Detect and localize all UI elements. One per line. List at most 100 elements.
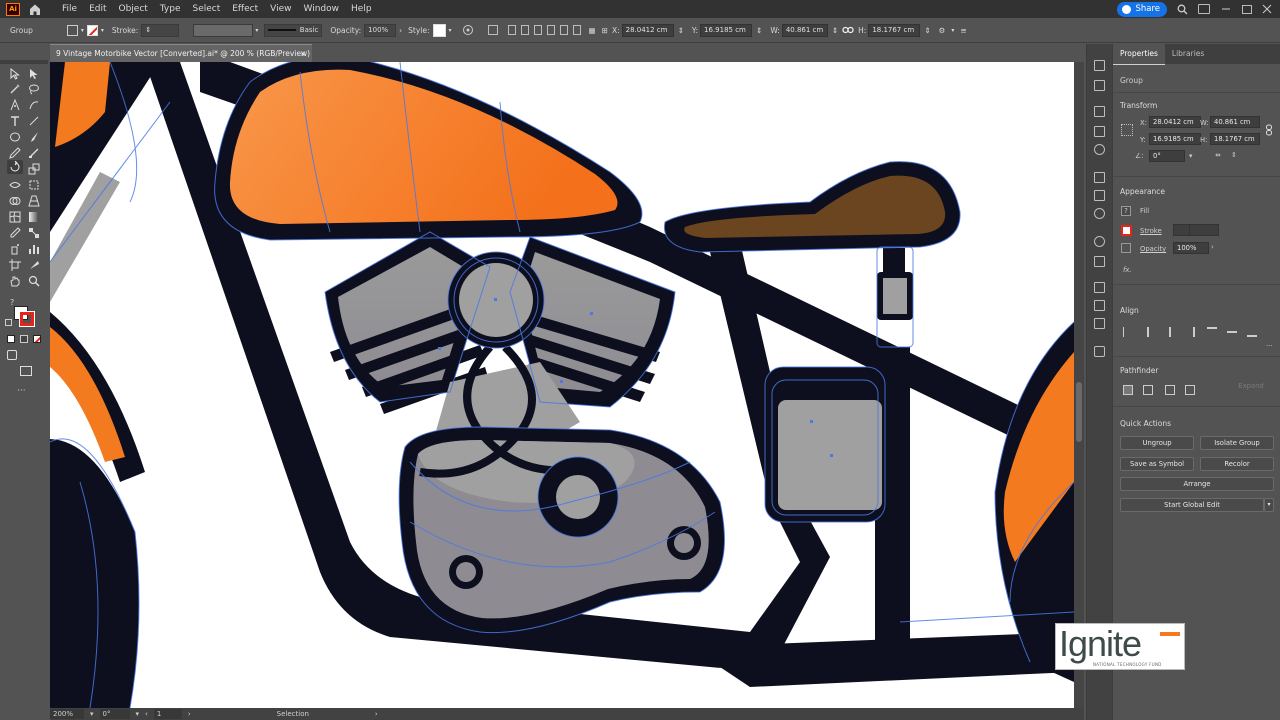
stroke-label[interactable]: Stroke xyxy=(1140,227,1162,235)
line-tool-icon[interactable] xyxy=(28,115,40,127)
scale-tool-icon[interactable] xyxy=(28,163,40,175)
slice-tool-icon[interactable] xyxy=(28,259,40,271)
menu-select[interactable]: Select xyxy=(186,0,226,18)
menu-type[interactable]: Type xyxy=(154,0,187,18)
next-artboard-icon[interactable]: › xyxy=(188,710,191,718)
shaper-tool-icon[interactable] xyxy=(28,147,40,159)
close-icon[interactable] xyxy=(1262,4,1272,14)
stroke-swatch-icon[interactable] xyxy=(1121,225,1132,236)
recolor-button[interactable]: Recolor xyxy=(1200,457,1274,471)
screen-mode-icon[interactable] xyxy=(20,366,32,376)
align-bottom-icon[interactable] xyxy=(1247,327,1257,337)
align-left-icon[interactable] xyxy=(1147,327,1157,337)
chevron-down-icon[interactable]: ▾ xyxy=(449,27,452,34)
transform-options-icon[interactable]: ⚙ xyxy=(939,26,946,35)
angle-input[interactable]: 0° xyxy=(1149,150,1185,162)
menu-window[interactable]: Window xyxy=(298,0,346,18)
fx-button[interactable]: fx. xyxy=(1123,266,1132,274)
panel-menu-icon[interactable]: ≡ xyxy=(960,26,966,35)
reference-point-icon[interactable] xyxy=(1121,124,1133,136)
brushes-panel-icon[interactable] xyxy=(1094,126,1105,137)
magic-wand-tool-icon[interactable] xyxy=(9,83,21,95)
unite-icon[interactable] xyxy=(1123,385,1133,395)
eyedropper-tool-icon[interactable] xyxy=(9,227,21,239)
share-button[interactable]: Share xyxy=(1117,1,1167,17)
align-to-selection-icon[interactable] xyxy=(1123,327,1133,337)
edit-toolbar-icon[interactable]: ··· xyxy=(17,386,26,396)
artboards-panel-icon[interactable] xyxy=(1094,300,1105,311)
chevron-down-icon[interactable]: ▾ xyxy=(101,27,104,34)
tab-properties[interactable]: Properties xyxy=(1113,43,1165,65)
comments-panel-icon[interactable] xyxy=(1094,346,1105,357)
y-input[interactable]: 16.9185 cm xyxy=(700,23,753,37)
type-tool-icon[interactable] xyxy=(9,115,21,127)
transform-icon[interactable]: ⊞ xyxy=(602,26,608,35)
align-hcenter-icon[interactable] xyxy=(1169,327,1179,337)
swatches-panel-icon[interactable] xyxy=(1094,80,1105,91)
gradient-tool-icon[interactable] xyxy=(28,211,40,223)
hand-tool-icon[interactable] xyxy=(9,275,21,287)
column-graph-tool-icon[interactable] xyxy=(28,243,40,255)
graphic-style-swatch[interactable] xyxy=(432,23,446,37)
search-icon[interactable] xyxy=(1177,4,1188,15)
transform-h-input[interactable]: 18.1767 cm xyxy=(1210,133,1260,145)
links-panel-icon[interactable] xyxy=(1094,318,1105,329)
transparency-panel-icon[interactable] xyxy=(1094,208,1105,219)
vertical-scrollbar[interactable] xyxy=(1074,62,1084,708)
menu-help[interactable]: Help xyxy=(345,0,378,18)
fill-stroke-swatches[interactable] xyxy=(14,306,35,327)
exclude-icon[interactable] xyxy=(1185,385,1195,395)
align-middle-icon[interactable] xyxy=(559,25,568,35)
more-align-icon[interactable]: ▦ xyxy=(589,26,596,35)
isolate-group-button[interactable]: Isolate Group xyxy=(1200,436,1274,450)
chevron-down-icon[interactable]: ▾ xyxy=(90,710,94,718)
x-input[interactable]: 28.0412 cm xyxy=(621,23,674,37)
menu-edit[interactable]: Edit xyxy=(83,0,112,18)
align-bottom-icon[interactable] xyxy=(572,25,581,35)
document-tab[interactable]: 9 Vintage Motorbike Vector [Converted].a… xyxy=(50,44,312,62)
none-mode-icon[interactable] xyxy=(33,335,41,343)
layers-alt-panel-icon[interactable] xyxy=(1094,106,1105,117)
variable-width-dropdown[interactable] xyxy=(193,23,254,37)
align-to-icon[interactable] xyxy=(487,25,498,35)
recolor-icon[interactable] xyxy=(462,24,474,36)
layers-panel-icon[interactable] xyxy=(1094,282,1105,293)
chevron-right-icon[interactable]: › xyxy=(399,26,402,35)
menu-file[interactable]: File xyxy=(56,0,83,18)
transform-w-input[interactable]: 40.861 cm xyxy=(1210,116,1260,128)
tab-libraries[interactable]: Libraries xyxy=(1165,44,1211,64)
workspace-switcher-icon[interactable] xyxy=(1198,4,1210,14)
ungroup-button[interactable]: Ungroup xyxy=(1120,436,1194,450)
chevron-down-icon[interactable]: ▾ xyxy=(136,710,140,718)
close-tab-icon[interactable]: × xyxy=(300,45,306,63)
constrain-link-icon[interactable] xyxy=(1265,124,1273,136)
chevron-down-icon[interactable]: ▾ xyxy=(951,27,954,34)
maximize-icon[interactable] xyxy=(1242,4,1252,14)
menu-effect[interactable]: Effect xyxy=(226,0,264,18)
free-transform-tool-icon[interactable] xyxy=(28,179,40,191)
prev-artboard-icon[interactable]: ‹ xyxy=(145,710,148,718)
opacity-label[interactable]: Opacity xyxy=(1140,245,1166,253)
align-right-icon[interactable] xyxy=(533,25,542,35)
home-icon[interactable] xyxy=(28,3,42,16)
paintbrush-tool-icon[interactable] xyxy=(28,131,40,143)
color-panel-icon[interactable] xyxy=(1094,60,1105,71)
gradient-panel-icon[interactable] xyxy=(1094,190,1105,201)
pencil-tool-icon[interactable] xyxy=(9,147,21,159)
color-mode-icon[interactable] xyxy=(7,335,15,343)
minus-front-icon[interactable] xyxy=(1143,385,1153,395)
shape-builder-tool-icon[interactable] xyxy=(9,195,21,207)
chevron-down-icon[interactable]: ▾ xyxy=(255,27,258,34)
fill-swatch-icon[interactable]: ? xyxy=(1121,206,1131,216)
transform-y-input[interactable]: 16.9185 cm xyxy=(1149,133,1201,145)
align-top-icon[interactable] xyxy=(1207,327,1217,337)
opacity-input[interactable]: 100% xyxy=(1173,242,1209,254)
direct-selection-tool-icon[interactable] xyxy=(28,68,40,80)
symbols-panel-icon[interactable] xyxy=(1094,144,1105,155)
gradient-mode-icon[interactable] xyxy=(20,335,28,343)
chevron-right-icon[interactable]: › xyxy=(1211,243,1214,251)
motorbike-artwork[interactable] xyxy=(50,62,1074,708)
perspective-grid-tool-icon[interactable] xyxy=(28,195,40,207)
align-right-icon[interactable] xyxy=(1185,327,1195,337)
intersect-icon[interactable] xyxy=(1165,385,1175,395)
